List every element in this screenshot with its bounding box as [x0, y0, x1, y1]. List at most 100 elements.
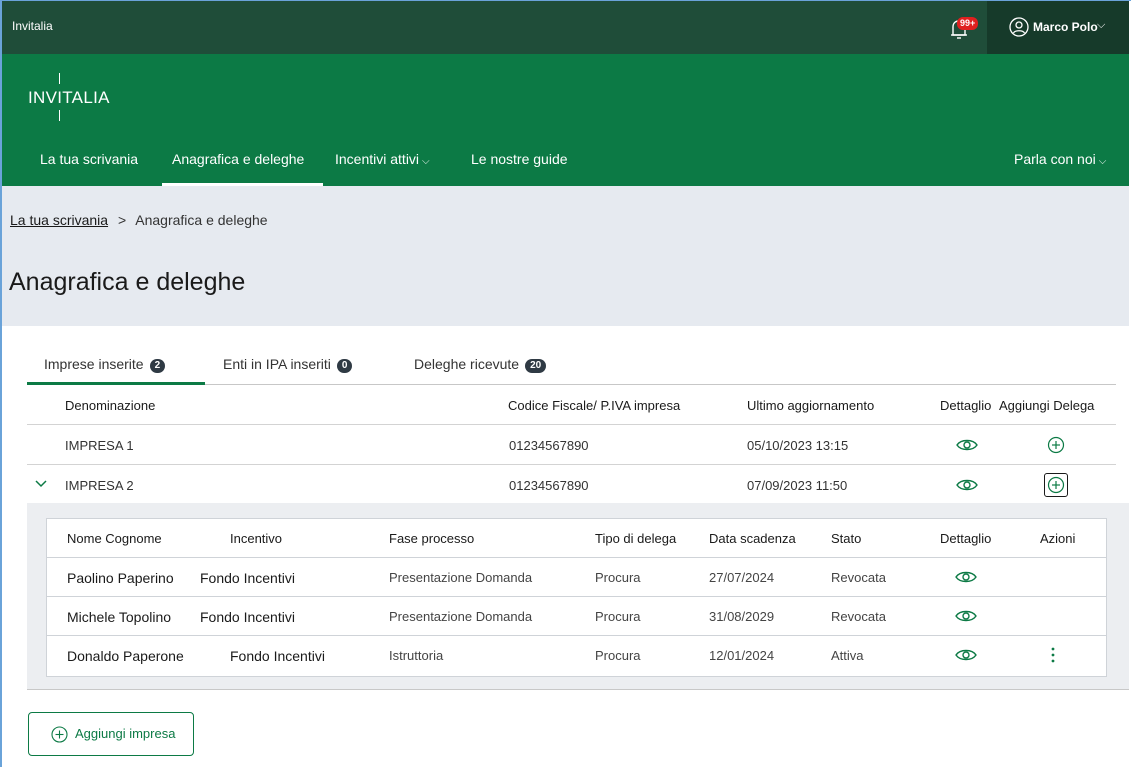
eye-icon[interactable]	[955, 648, 977, 662]
table-row: Donaldo Paperone Fondo Incentivi Istrutt…	[47, 636, 1106, 675]
data-scadenza: 27/07/2024	[709, 570, 775, 585]
column-header: Fase processo	[389, 531, 475, 546]
nav-label-wrap: Incentivi attivi ⌵	[335, 151, 430, 167]
column-header: Tipo di delega	[595, 531, 677, 546]
nav-item-incentivi-attivi[interactable]: Incentivi attivi ⌵	[335, 148, 455, 186]
codice-fiscale: 01234567890	[509, 438, 589, 453]
nav-item-la-tua-scrivania[interactable]: La tua scrivania	[40, 148, 148, 186]
tipo-delega: Procura	[595, 570, 641, 585]
tab-deleghe-ricevute[interactable]: Deleghe ricevute 20	[414, 343, 574, 385]
tab-label: Enti in IPA inseriti	[223, 356, 331, 372]
stato: Attiva	[831, 648, 864, 663]
tab-enti-ipa[interactable]: Enti in IPA inseriti 0	[223, 343, 383, 385]
page-header-area: La tua scrivania > Anagrafica e deleghe …	[2, 186, 1129, 326]
eye-icon[interactable]	[956, 438, 978, 452]
tipo-delega: Procura	[595, 648, 641, 663]
column-header: Ultimo aggiornamento	[747, 398, 875, 413]
nav-label: Incentivi attivi	[335, 151, 420, 167]
incentivo: Fondo Incentivi	[230, 648, 325, 664]
impresa-name: IMPRESA 1	[65, 438, 134, 453]
tab-label: Imprese inserite	[44, 356, 144, 372]
add-delega-icon[interactable]	[1047, 436, 1065, 454]
count-badge: 2	[149, 359, 166, 373]
column-header: Aggiungi Delega	[999, 398, 1095, 413]
notification-badge: 99+	[957, 17, 979, 30]
chevron-down-icon: ⌵	[1098, 156, 1107, 167]
fase-processo: Istruttoria	[389, 648, 444, 663]
nav-label-wrap: Parla con noi ⌵	[1014, 151, 1106, 167]
table-row: Michele Topolino Fondo Incentivi Present…	[47, 597, 1106, 636]
column-header: Data scadenza	[709, 531, 796, 546]
user-menu[interactable]: Marco Polo ⌵	[987, 1, 1129, 54]
brand-label[interactable]: Invitalia	[12, 19, 53, 33]
nav-label: Le nostre guide	[471, 151, 568, 167]
impresa-name: IMPRESA 2	[65, 478, 134, 493]
tab-imprese-inserite[interactable]: Imprese inserite 2	[27, 343, 205, 385]
nome-cognome: Donaldo Paperone	[67, 648, 184, 664]
tipo-delega: Procura	[595, 609, 641, 624]
chevron-down-icon: ⌵	[422, 156, 430, 167]
logo-line-bottom	[59, 110, 60, 121]
user-avatar-icon	[1009, 17, 1029, 37]
plus-circle-icon	[51, 726, 68, 743]
nav-item-le-nostre-guide[interactable]: Le nostre guide	[471, 148, 591, 186]
table-row[interactable]: IMPRESA 2 01234567890 07/09/2023 11:50	[27, 465, 1116, 504]
invitalia-logo[interactable]: INVITALIA	[28, 70, 128, 121]
main-nav: La tua scrivania Anagrafica e deleghe In…	[2, 148, 1129, 186]
count-badge: 20	[525, 359, 547, 373]
column-header: Azioni	[1040, 531, 1076, 546]
chevron-down-icon[interactable]	[35, 480, 47, 488]
nome-cognome: Michele Topolino	[67, 609, 172, 625]
eye-icon[interactable]	[956, 478, 978, 492]
nav-item-anagrafica-e-deleghe[interactable]: Anagrafica e deleghe	[162, 148, 323, 186]
page-title: Anagrafica e deleghe	[9, 268, 246, 296]
column-header: Dettaglio	[940, 398, 992, 413]
nav-item-parla-con-noi[interactable]: Parla con noi ⌵	[1014, 148, 1124, 186]
data-scadenza: 12/01/2024	[709, 648, 775, 663]
add-impresa-button[interactable]: Aggiungi impresa	[28, 712, 194, 756]
column-header: Codice Fiscale/ P.IVA impresa	[508, 398, 681, 413]
incentivo: Fondo Incentivi	[200, 609, 295, 625]
table-row: Paolino Paperino Fondo Incentivi Present…	[47, 558, 1106, 597]
nav-label: Parla con noi	[1014, 151, 1096, 167]
fase-processo: Presentazione Domanda	[389, 570, 533, 585]
breadcrumb-current: Anagrafica e deleghe	[135, 212, 268, 228]
breadcrumb-link[interactable]: La tua scrivania	[10, 212, 108, 228]
eye-icon[interactable]	[955, 570, 977, 584]
column-header: Incentivo	[230, 531, 283, 546]
nested-header-row: Nome Cognome Incentivo Fase processo Tip…	[47, 519, 1106, 558]
chevron-down-icon: ⌵	[1097, 19, 1106, 31]
add-delega-icon	[1047, 476, 1065, 494]
tabs: Imprese inserite 2 Enti in IPA inseriti 0 …	[27, 343, 1116, 385]
column-header: Stato	[831, 531, 862, 546]
stato: Revocata	[831, 609, 886, 624]
table-row: IMPRESA 1 01234567890 05/10/2023 13:15	[27, 425, 1116, 465]
add-impresa-label: Aggiungi impresa	[75, 726, 176, 741]
breadcrumb-separator: >	[117, 212, 127, 228]
user-name: Marco Polo	[1033, 20, 1098, 34]
deleghe-table: Nome Cognome Incentivo Fase processo Tip…	[46, 518, 1107, 677]
column-header: Denominazione	[65, 398, 156, 413]
logo-text: INVITALIA	[28, 88, 110, 107]
nav-label: La tua scrivania	[40, 151, 139, 167]
nome-cognome: Paolino Paperino	[67, 570, 174, 586]
tab-label: Deleghe ricevute	[414, 356, 520, 372]
data-scadenza: 31/08/2029	[709, 609, 775, 624]
column-header: Nome Cognome	[67, 531, 162, 546]
last-update: 07/09/2023 11:50	[747, 478, 848, 493]
column-header: Dettaglio	[940, 531, 992, 546]
eye-icon[interactable]	[955, 609, 977, 623]
breadcrumb: La tua scrivania > Anagrafica e deleghe	[10, 212, 268, 228]
table-header-row: Denominazione Codice Fiscale/ P.IVA impr…	[27, 385, 1116, 425]
site-header: INVITALIA La tua scrivania Anagrafica e …	[2, 54, 1129, 186]
count-badge: 0	[336, 359, 353, 373]
last-update: 05/10/2023 13:15	[747, 438, 849, 453]
codice-fiscale: 01234567890	[509, 478, 589, 493]
fase-processo: Presentazione Domanda	[389, 609, 533, 624]
add-delega-focused[interactable]	[1044, 473, 1068, 497]
kebab-menu-icon[interactable]	[1051, 647, 1055, 663]
top-bar: Invitalia 99+ Marco Polo ⌵	[2, 1, 1129, 54]
logo-line-top	[59, 73, 60, 84]
nav-label: Anagrafica e deleghe	[172, 151, 305, 167]
incentivo: Fondo Incentivi	[200, 570, 295, 586]
